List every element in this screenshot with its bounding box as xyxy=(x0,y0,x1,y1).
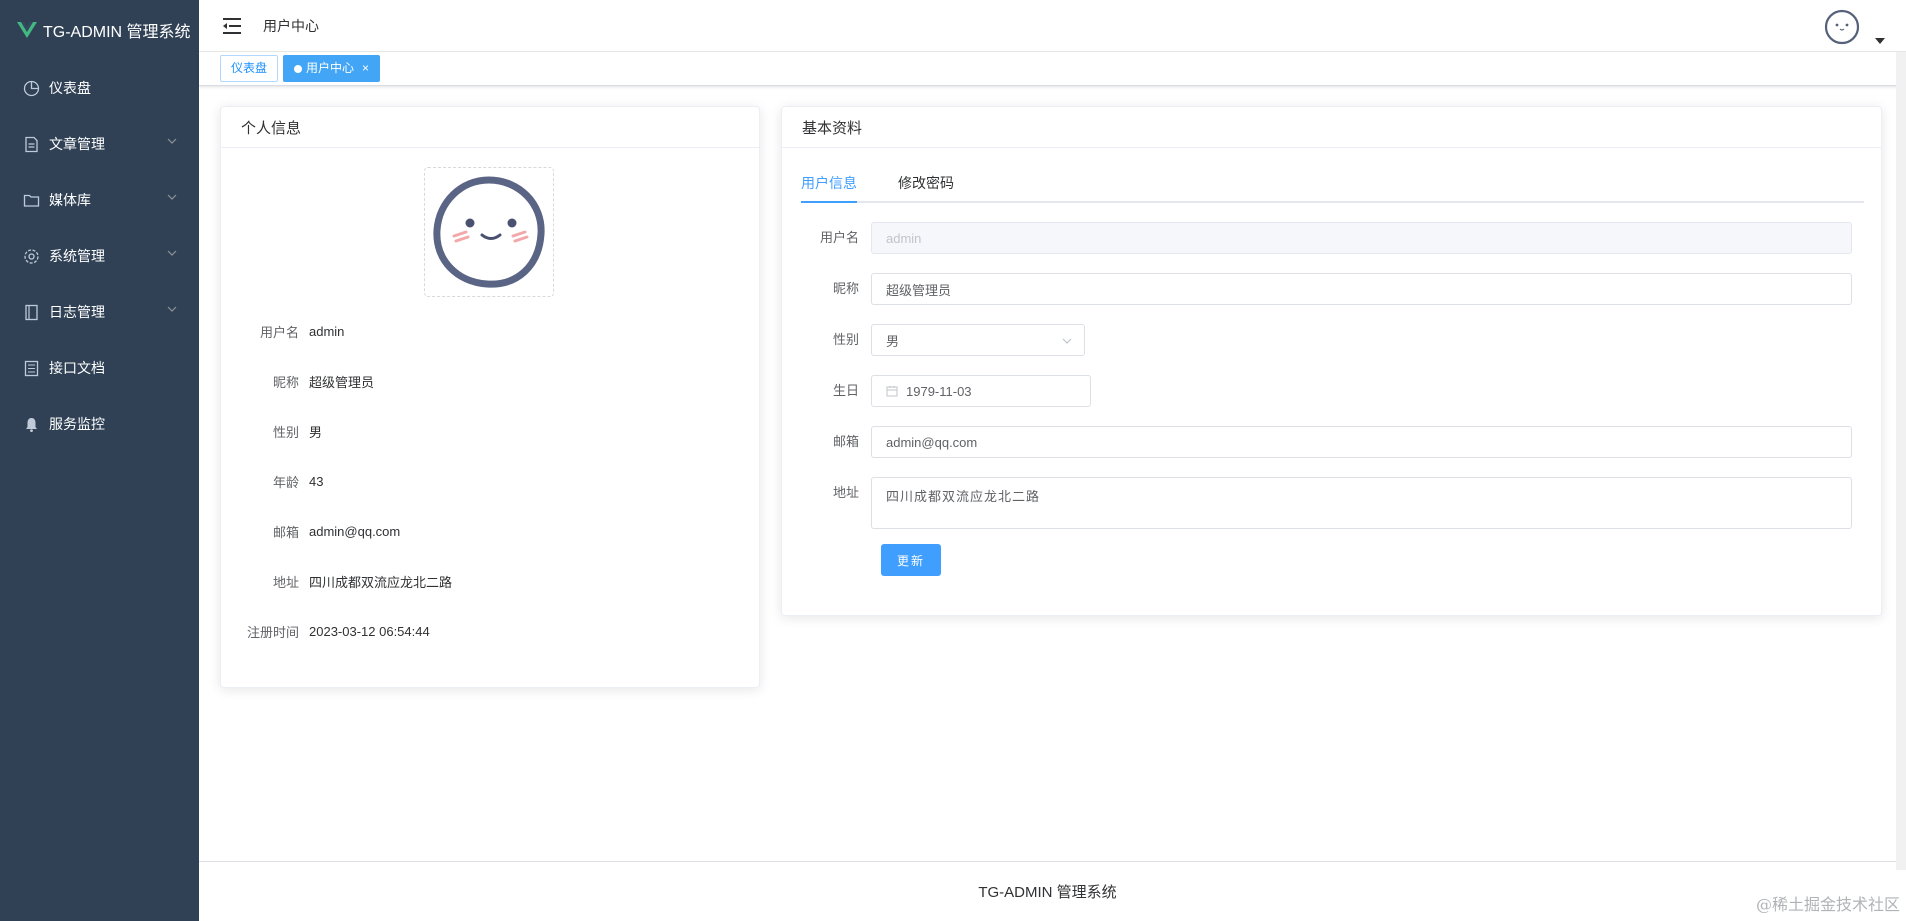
notebook-icon xyxy=(23,304,40,321)
address-textarea[interactable]: 四川成都双流应龙北二路 xyxy=(871,477,1852,529)
tag-user-center[interactable]: 用户中心 × xyxy=(283,55,381,82)
sidebar-item-api-docs[interactable]: 接口文档 xyxy=(0,340,199,396)
form-row-nickname: 昵称 超级管理员 xyxy=(782,273,1883,305)
form-row-birthday: 生日 1979-11-03 xyxy=(782,375,1883,407)
chevron-down-icon xyxy=(1062,338,1072,344)
form-row-email: 邮箱 admin@qq.com xyxy=(782,426,1883,458)
sidebar-item-logs[interactable]: 日志管理 xyxy=(0,284,199,340)
active-dot-icon xyxy=(294,64,303,73)
sidebar-item-label: 系统管理 xyxy=(49,248,105,264)
form-row-username: 用户名 admin xyxy=(782,222,1883,254)
chevron-down-icon xyxy=(167,194,177,200)
sidebar-item-articles[interactable]: 文章管理 xyxy=(0,116,199,172)
folder-icon xyxy=(23,192,40,209)
list-doc-icon xyxy=(23,360,40,377)
breadcrumb: 用户中心 xyxy=(263,17,319,34)
nickname-input[interactable]: 超级管理员 xyxy=(871,273,1852,305)
info-email: 邮箱 admin@qq.com xyxy=(272,523,401,540)
basic-card-title: 基本资料 xyxy=(782,107,1881,148)
info-age: 年龄 43 xyxy=(272,473,324,490)
caret-down-icon[interactable] xyxy=(1875,38,1885,44)
gender-select-value: 男 xyxy=(886,333,900,349)
username-input: admin xyxy=(871,222,1852,254)
tab-user-info[interactable]: 用户信息 xyxy=(801,167,857,203)
gear-icon xyxy=(23,248,40,265)
update-button[interactable]: 更新 xyxy=(881,544,941,576)
info-nickname: 昵称 超级管理员 xyxy=(272,374,375,390)
app-title: TG-ADMIN 管理系统 xyxy=(43,24,191,41)
dashboard-icon xyxy=(23,80,40,97)
app-logo[interactable]: TG-ADMIN 管理系统 xyxy=(0,0,199,60)
info-address: 地址 四川成都双流应龙北二路 xyxy=(272,574,453,590)
document-icon xyxy=(23,136,40,153)
sidebar-menu: 仪表盘 文章管理 媒体库 系统管理 日志管理 接口文档 服务监控 xyxy=(0,60,199,452)
bell-icon xyxy=(23,416,40,433)
sidebar-item-label: 仪表盘 xyxy=(49,80,91,96)
sidebar-item-dashboard[interactable]: 仪表盘 xyxy=(0,60,199,116)
info-register-time: 注册时间 2023-03-12 06:54:44 xyxy=(246,623,430,640)
birthday-datepicker[interactable]: 1979-11-03 xyxy=(871,375,1091,407)
birthday-value: 1979-11-03 xyxy=(906,383,972,399)
sidebar: TG-ADMIN 管理系统 仪表盘 文章管理 媒体库 系统管理 日志管理 接口文… xyxy=(0,0,199,921)
user-avatar[interactable] xyxy=(1823,8,1861,46)
sidebar-item-label: 文章管理 xyxy=(49,136,105,152)
sidebar-item-system[interactable]: 系统管理 xyxy=(0,228,199,284)
watermark: @稀土掘金技术社区 xyxy=(1755,895,1900,914)
tags-view: 仪表盘 用户中心 × xyxy=(199,52,1906,86)
basic-info-card: 基本资料 用户信息 修改密码 用户名 admin 昵称 超级管理员 性别 男 生… xyxy=(781,106,1882,616)
profile-avatar[interactable] xyxy=(424,167,554,297)
sidebar-item-label: 媒体库 xyxy=(49,192,91,208)
sidebar-item-label: 日志管理 xyxy=(49,304,105,320)
tab-active-indicator xyxy=(801,201,857,203)
calendar-icon xyxy=(886,386,898,397)
chevron-down-icon xyxy=(167,306,177,312)
tag-dashboard[interactable]: 仪表盘 xyxy=(220,55,279,82)
hamburger-icon[interactable] xyxy=(222,17,242,35)
profile-card: 个人信息 用户名 admin 昵称 超级管理员 性别 男 年龄 43 邮箱 ad… xyxy=(220,106,760,688)
profile-card-title: 个人信息 xyxy=(221,107,759,148)
form-row-address: 地址 四川成都双流应龙北二路 xyxy=(782,477,1883,529)
scrollbar[interactable] xyxy=(1896,52,1906,870)
sidebar-item-label: 服务监控 xyxy=(49,416,105,432)
main-area: 用户中心 仪表盘 用户中心 × 个人信息 用户名 admin 昵称 超级管理员 … xyxy=(199,0,1906,921)
chevron-down-icon xyxy=(167,250,177,256)
gender-select[interactable]: 男 xyxy=(871,324,1085,356)
navbar: 用户中心 xyxy=(199,0,1906,52)
chevron-down-icon xyxy=(167,138,177,144)
tag-label: 用户中心 xyxy=(306,61,355,75)
info-gender: 性别 男 xyxy=(272,424,323,440)
sidebar-item-monitor[interactable]: 服务监控 xyxy=(0,396,199,452)
tabs: 用户信息 修改密码 xyxy=(801,167,1864,203)
face-avatar-icon xyxy=(433,176,545,288)
sidebar-item-label: 接口文档 xyxy=(49,360,105,376)
sidebar-item-media[interactable]: 媒体库 xyxy=(0,172,199,228)
footer-text: TG-ADMIN 管理系统 xyxy=(978,884,1117,901)
tab-change-password[interactable]: 修改密码 xyxy=(898,167,954,203)
info-username: 用户名 admin xyxy=(259,323,345,340)
tag-label: 仪表盘 xyxy=(231,61,268,75)
form-row-gender: 性别 男 xyxy=(782,324,1883,356)
close-icon[interactable]: × xyxy=(362,56,369,81)
email-input[interactable]: admin@qq.com xyxy=(871,426,1852,458)
footer: TG-ADMIN 管理系统 xyxy=(199,861,1896,921)
vue-logo-icon xyxy=(17,22,37,38)
